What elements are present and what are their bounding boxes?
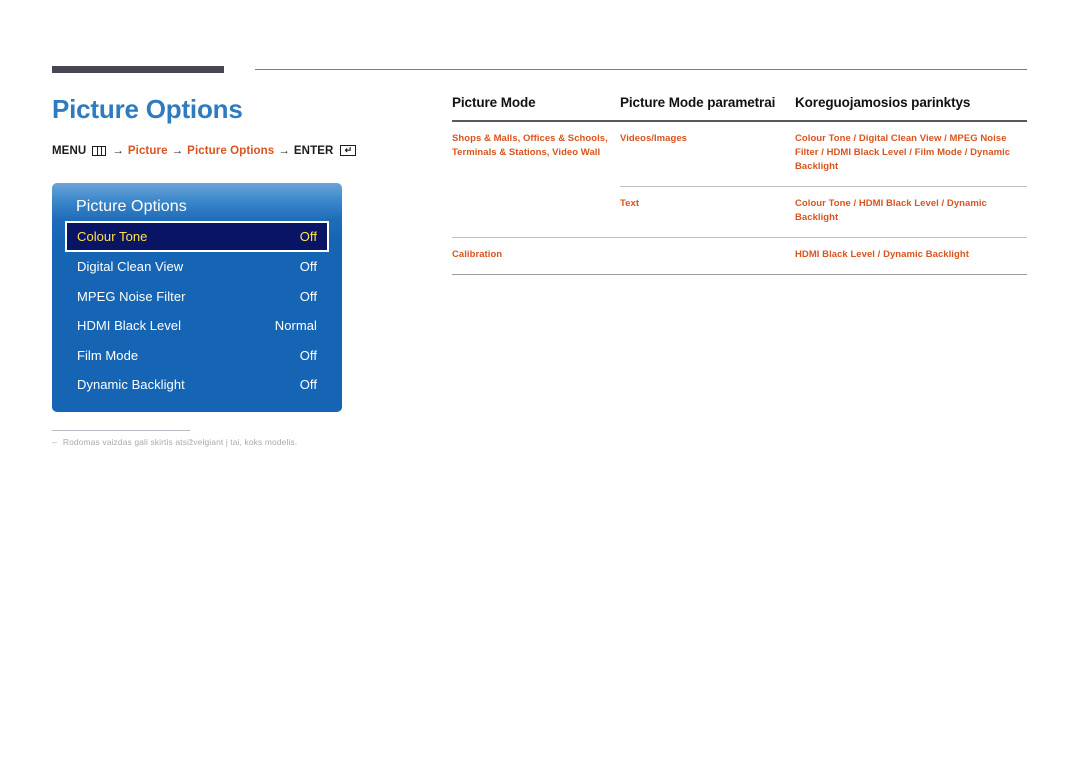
picture-mode-table: Picture Mode Picture Mode parametrai Kor… [452, 95, 1027, 276]
osd-row-label: HDMI Black Level [77, 318, 182, 334]
osd-row-digital-clean-view[interactable]: Digital Clean View Off [65, 252, 329, 282]
enter-return-icon: ↵ [340, 145, 357, 157]
cell-picture-parameters: Videos/Images [620, 133, 688, 144]
cell-picture-parameters: Text [620, 186, 795, 238]
osd-picture-options-panel: Picture Options Colour Tone Off Digital … [52, 183, 342, 412]
cell-picture-mode: Shops & Malls, Offices & Schools, Termin… [452, 133, 608, 159]
footnote-text: Rodomas vaizdas gali skirtis atsižvelgia… [62, 437, 298, 447]
osd-row-label: Colour Tone [77, 229, 148, 244]
osd-row-value: Off [299, 229, 317, 244]
cell-picture-parameters [620, 237, 795, 276]
footnote: – Rodomas vaizdas gali skirtis atsižvelg… [52, 437, 297, 447]
osd-row-film-mode[interactable]: Film Mode Off [65, 341, 329, 371]
breadcrumb-arrow-2: → [171, 144, 184, 157]
breadcrumb-step-picture-options[interactable]: Picture Options [187, 145, 274, 157]
footnote-dash: – [52, 437, 57, 447]
footnote-divider [52, 430, 190, 431]
breadcrumb: MENU → Picture → Picture Options → ENTER… [52, 145, 412, 157]
osd-row-colour-tone[interactable]: Colour Tone Off [65, 221, 329, 252]
osd-row-hdmi-black-level[interactable]: HDMI Black Level Normal [65, 311, 329, 341]
osd-row-value: Off [299, 259, 317, 275]
osd-row-label: Film Mode [77, 347, 139, 363]
table-row: Shops & Malls, Offices & Schools, Termin… [452, 121, 1027, 187]
osd-row-label: Dynamic Backlight [77, 377, 185, 393]
osd-row-label: Digital Clean View [77, 259, 184, 275]
osd-row-value: Off [299, 377, 317, 393]
breadcrumb-step-picture[interactable]: Picture [128, 145, 168, 157]
table-header-row: Picture Mode Picture Mode parametrai Kor… [452, 95, 1027, 122]
osd-row-mpeg-noise-filter[interactable]: MPEG Noise Filter Off [65, 282, 329, 312]
breadcrumb-arrow-1: → [112, 144, 124, 157]
table-row: Calibration HDMI Black Level / Dynamic B… [452, 237, 1027, 276]
column-header-picture-parameters: Picture Mode parametrai [620, 95, 795, 122]
osd-row-label: MPEG Noise Filter [77, 288, 186, 304]
osd-row-value: Off [299, 347, 317, 363]
osd-row-value: Normal [274, 318, 317, 334]
column-header-picture-mode: Picture Mode [452, 95, 620, 122]
header-divider-line [255, 69, 1027, 70]
breadcrumb-arrow-3: → [278, 144, 290, 157]
header-accent-bar [52, 66, 224, 73]
column-header-adjustable-options: Koreguojamosios parinktys [795, 95, 1027, 122]
cell-picture-mode: Calibration [452, 237, 620, 276]
breadcrumb-enter-label: ENTER [293, 144, 334, 157]
breadcrumb-menu-label: MENU [52, 144, 87, 157]
cell-adjustable-options: Colour Tone / Digital Clean View / MPEG … [795, 133, 1011, 173]
cell-adjustable-options: HDMI Black Level / Dynamic Backlight [795, 237, 1027, 276]
osd-panel-title: Picture Options [76, 198, 187, 215]
osd-row-dynamic-backlight[interactable]: Dynamic Backlight Off [65, 370, 329, 400]
page-title: Picture Options [52, 94, 243, 124]
left-column: Picture Options MENU → Picture → Picture… [52, 95, 412, 157]
menu-grid-icon [92, 145, 107, 156]
osd-row-value: Off [299, 288, 317, 304]
cell-adjustable-options: Colour Tone / HDMI Black Level / Dynamic… [795, 186, 1027, 238]
